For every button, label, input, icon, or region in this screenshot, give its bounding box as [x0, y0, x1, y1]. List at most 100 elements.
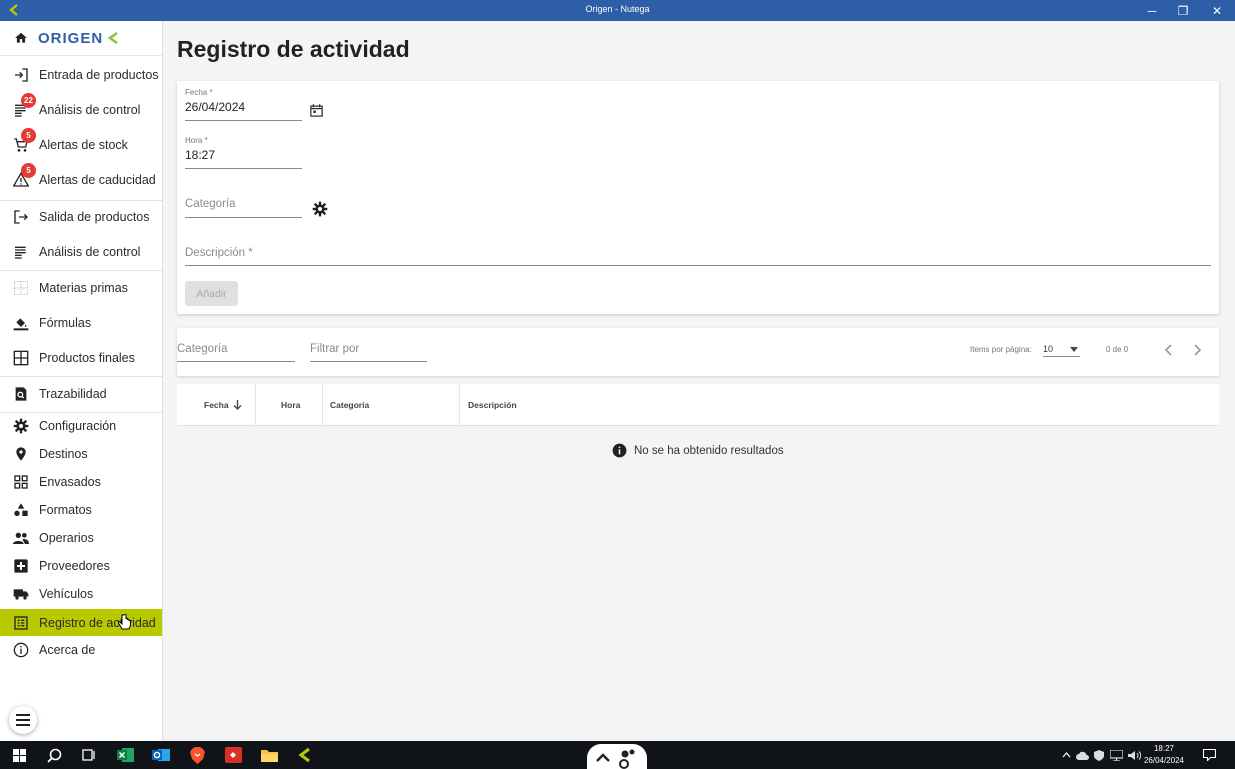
sidebar-item-label: Análisis de control: [39, 103, 141, 117]
people-icon: [619, 749, 635, 769]
sidebar-item-label: Trazabilidad: [39, 387, 107, 401]
warning-icon: 5: [13, 163, 36, 188]
cloud-icon: [1075, 751, 1089, 760]
sidebar-item-label: Análisis de control: [39, 245, 141, 259]
sidebar-item-vehiculos[interactable]: Vehículos: [0, 581, 162, 607]
windows-logo-icon: [12, 748, 26, 762]
empty-results-message: No se ha obtenido resultados: [612, 443, 784, 458]
sidebar-item-envasados[interactable]: Envasados: [0, 469, 162, 495]
column-divider: [322, 384, 323, 426]
file-explorer-taskbar-button[interactable]: [258, 745, 280, 765]
close-button[interactable]: ✕: [1200, 0, 1234, 21]
column-header-descripcion[interactable]: Descripción: [468, 384, 517, 426]
sidebar-item-operarios[interactable]: Operarios: [0, 525, 162, 551]
hora-value[interactable]: 18:27: [185, 148, 302, 162]
calendar-icon[interactable]: [309, 103, 324, 118]
page-title: Registro de actividad: [177, 36, 410, 62]
brand-mark-icon: [107, 31, 118, 45]
categoria-field[interactable]: Categoría: [185, 198, 302, 218]
divider: [0, 200, 162, 201]
previous-page-button[interactable]: [1159, 341, 1177, 359]
sidebar-item-materias-primas[interactable]: Materias primas: [0, 274, 162, 302]
sidebar-item-analisis-control-salida[interactable]: Análisis de control: [0, 238, 162, 266]
clock-time[interactable]: 18:27: [1143, 744, 1185, 753]
hora-field[interactable]: Hora * 18:27: [185, 136, 302, 169]
menu-toggle-button[interactable]: [9, 706, 37, 734]
brand-header[interactable]: ORIGEN: [0, 21, 162, 56]
sidebar-item-label: Materias primas: [39, 281, 128, 295]
filter-by-input[interactable]: Filtrar por: [310, 340, 427, 362]
notifications-button[interactable]: [1198, 745, 1220, 765]
sidebar-item-destinos[interactable]: Destinos: [0, 441, 162, 467]
notification-badge: 5: [21, 128, 36, 143]
filter-bar: Categoría Filtrar por Items por página: …: [177, 328, 1219, 376]
category-settings-gear-icon[interactable]: [312, 201, 328, 217]
sidebar-item-label: Envasados: [39, 475, 101, 489]
category-filter-input[interactable]: Categoría: [177, 340, 295, 362]
list-icon: [13, 244, 29, 260]
logout-icon: [13, 209, 29, 225]
home-icon[interactable]: [14, 31, 28, 45]
grid-dots-icon: [13, 280, 29, 296]
excel-taskbar-button[interactable]: [114, 745, 136, 765]
brave-taskbar-button[interactable]: [186, 745, 208, 765]
origen-taskbar-button[interactable]: [294, 745, 316, 765]
sidebar-item-productos-finales[interactable]: Productos finales: [0, 344, 162, 372]
sidebar-item-entrada-productos[interactable]: Entrada de productos: [0, 61, 162, 89]
column-header-hora[interactable]: Hora: [281, 384, 300, 426]
folder-icon: [260, 750, 278, 762]
window-titlebar: Origen - Nutega ─ ❐ ✕: [0, 0, 1235, 21]
fecha-value[interactable]: 26/04/2024: [185, 100, 302, 114]
apps-icon: [13, 474, 29, 490]
clock-date[interactable]: 26/04/2024: [1143, 756, 1185, 765]
column-header-categoria[interactable]: Categoría: [330, 384, 369, 426]
sidebar-item-formatos[interactable]: Formatos: [0, 497, 162, 523]
items-per-page-select[interactable]: 10: [1043, 340, 1080, 357]
table-list-icon: [13, 615, 29, 631]
volume-tray-button[interactable]: [1123, 745, 1145, 765]
sidebar-item-proveedores[interactable]: Proveedores: [0, 553, 162, 579]
notification-badge: 22: [21, 93, 36, 108]
sidebar-item-salida-productos[interactable]: Salida de productos: [0, 203, 162, 231]
empty-results-text: No se ha obtenido resultados: [634, 444, 784, 457]
sidebar-item-label: Vehículos: [39, 587, 94, 601]
chevron-up-icon: [1062, 752, 1070, 758]
add-button[interactable]: Añadir: [185, 281, 238, 306]
document-search-icon: [13, 386, 29, 402]
fecha-field[interactable]: Fecha * 26/04/2024: [185, 88, 302, 121]
sidebar-item-acerca-de[interactable]: Acerca de: [0, 637, 162, 663]
descripcion-field[interactable]: Descripción *: [185, 247, 1211, 266]
sidebar-item-analisis-control-entrada[interactable]: 22 Análisis de control: [0, 93, 162, 124]
remote-session-toolbar[interactable]: [587, 744, 647, 769]
restore-button[interactable]: ❐: [1166, 0, 1200, 21]
column-header-fecha[interactable]: Fecha: [204, 384, 242, 426]
shield-icon: [1094, 749, 1104, 761]
anydesk-taskbar-button[interactable]: [222, 745, 244, 765]
sort-arrow-down-icon: [233, 400, 242, 410]
page-range-label: 0 de 0: [1106, 345, 1129, 354]
sidebar-item-trazabilidad[interactable]: Trazabilidad: [0, 380, 162, 408]
gear-icon: [13, 418, 29, 434]
sidebar-item-label: Fórmulas: [39, 316, 92, 330]
hamburger-icon: [16, 714, 30, 726]
sidebar-item-registro-actividad[interactable]: Registro de actividad: [0, 609, 162, 636]
sidebar-item-alertas-caducidad[interactable]: 5 Alertas de caducidad: [0, 163, 162, 194]
search-button[interactable]: [43, 745, 65, 765]
sidebar-item-formulas[interactable]: Fórmulas: [0, 309, 162, 337]
truck-icon: [13, 586, 29, 602]
minimize-button[interactable]: ─: [1135, 0, 1169, 21]
cart-icon: 5: [13, 128, 36, 153]
activity-form-card: Fecha * 26/04/2024 Hora * 18:27 Categorí…: [177, 81, 1219, 314]
sidebar-item-alertas-stock[interactable]: 5 Alertas de stock: [0, 128, 162, 159]
chevron-right-icon: [1194, 344, 1202, 356]
start-button[interactable]: [8, 745, 30, 765]
window-title: Origen - Nutega: [585, 4, 650, 14]
next-page-button[interactable]: [1189, 341, 1207, 359]
hand-cursor-icon: [118, 614, 131, 630]
categoria-underline: [185, 217, 302, 218]
hora-underline: [185, 168, 302, 169]
sidebar-item-configuracion[interactable]: Configuración: [0, 413, 162, 439]
task-view-button[interactable]: [78, 745, 100, 765]
excel-icon: [116, 748, 134, 762]
outlook-taskbar-button[interactable]: [150, 745, 172, 765]
